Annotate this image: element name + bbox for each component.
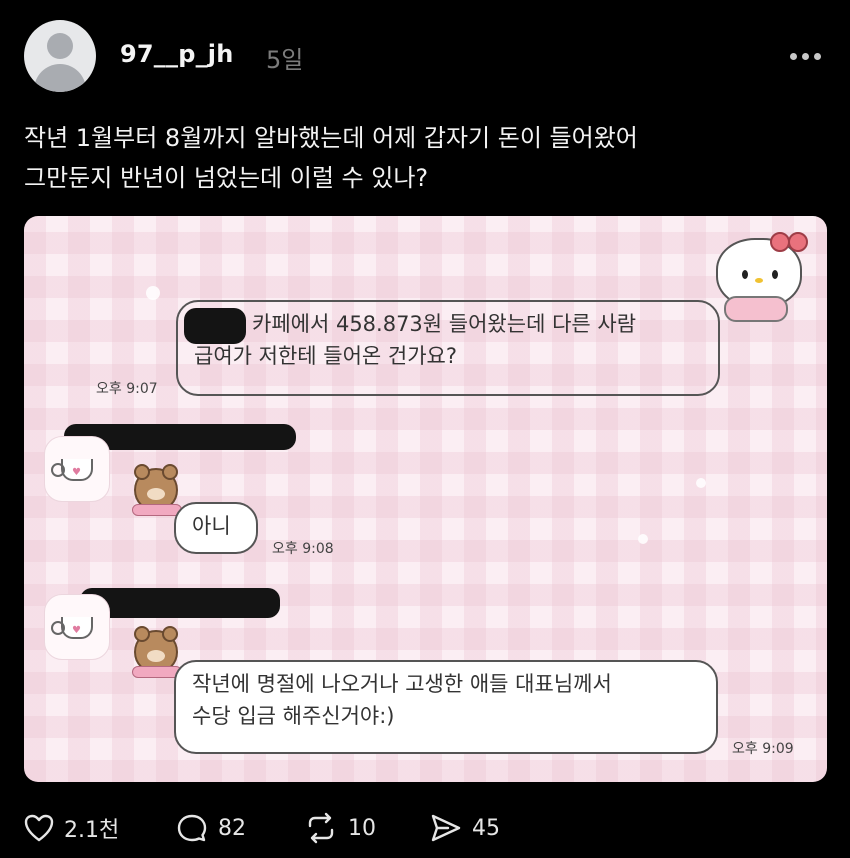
repost-button[interactable]: 10 (304, 808, 376, 848)
post-image[interactable]: 카페에서 458.873원 들어왔는데 다른 사람 급여가 저한테 들어온 건가… (24, 216, 827, 782)
message-time: 오후 9:08 (272, 541, 334, 557)
profile-cup-icon: ♥ (44, 594, 110, 660)
more-options-icon[interactable] (790, 50, 826, 62)
message-text: 작년에 명절에 나오거나 고생한 애들 대표님께서 (192, 672, 612, 696)
action-bar: 2.1천 82 10 45 (24, 808, 824, 848)
comment-bubble-icon (176, 813, 208, 843)
message-time: 오후 9:07 (96, 381, 158, 397)
message-time: 오후 9:09 (732, 741, 794, 757)
comment-count: 82 (218, 815, 246, 841)
like-button[interactable]: 2.1천 (24, 808, 119, 848)
message-bubble-received: 아니 (174, 502, 258, 554)
message-text: 급여가 저한테 들어온 건가요? (194, 344, 458, 368)
bear-avatar-icon (132, 464, 182, 516)
message-bubble-received: 작년에 명절에 나오거나 고생한 애들 대표님께서 수당 입금 해주신거야:) (174, 660, 718, 754)
like-count: 2.1천 (64, 818, 120, 843)
repost-icon (304, 812, 338, 844)
send-icon (430, 813, 462, 843)
message-text: 수당 입금 해주신거야:) (192, 704, 395, 728)
share-count: 45 (472, 815, 500, 841)
username[interactable]: 97__p_jh (120, 40, 234, 68)
message-text: 아니 (192, 514, 231, 538)
heart-icon (24, 814, 54, 842)
kitty-scarf (724, 296, 788, 322)
bear-avatar-icon (132, 626, 182, 678)
repost-count: 10 (348, 815, 376, 841)
decor-dot (696, 478, 706, 488)
message-text: 카페에서 458.873원 들어왔는데 다른 사람 (252, 312, 637, 336)
comment-button[interactable]: 82 (176, 808, 246, 848)
post-text-line: 그만둔지 반년이 넘었는데 이럴 수 있나? (24, 164, 429, 192)
decor-dot (638, 534, 648, 544)
message-bubble-sent: 카페에서 458.873원 들어왔는데 다른 사람 급여가 저한테 들어온 건가… (176, 300, 720, 396)
post-time: 5일 (266, 46, 304, 74)
share-button[interactable]: 45 (430, 808, 500, 848)
avatar[interactable] (24, 20, 96, 92)
profile-cup-icon: ♥ (44, 436, 110, 502)
post-text: 작년 1월부터 8월까지 알바했는데 어제 갑자기 돈이 들어왔어 그만둔지 반… (24, 118, 824, 198)
redacted-scribble (80, 588, 280, 618)
decor-dot (146, 286, 160, 300)
post-text-line: 작년 1월부터 8월까지 알바했는데 어제 갑자기 돈이 들어왔어 (24, 124, 638, 152)
post-header: 97__p_jh 5일 (24, 20, 826, 92)
